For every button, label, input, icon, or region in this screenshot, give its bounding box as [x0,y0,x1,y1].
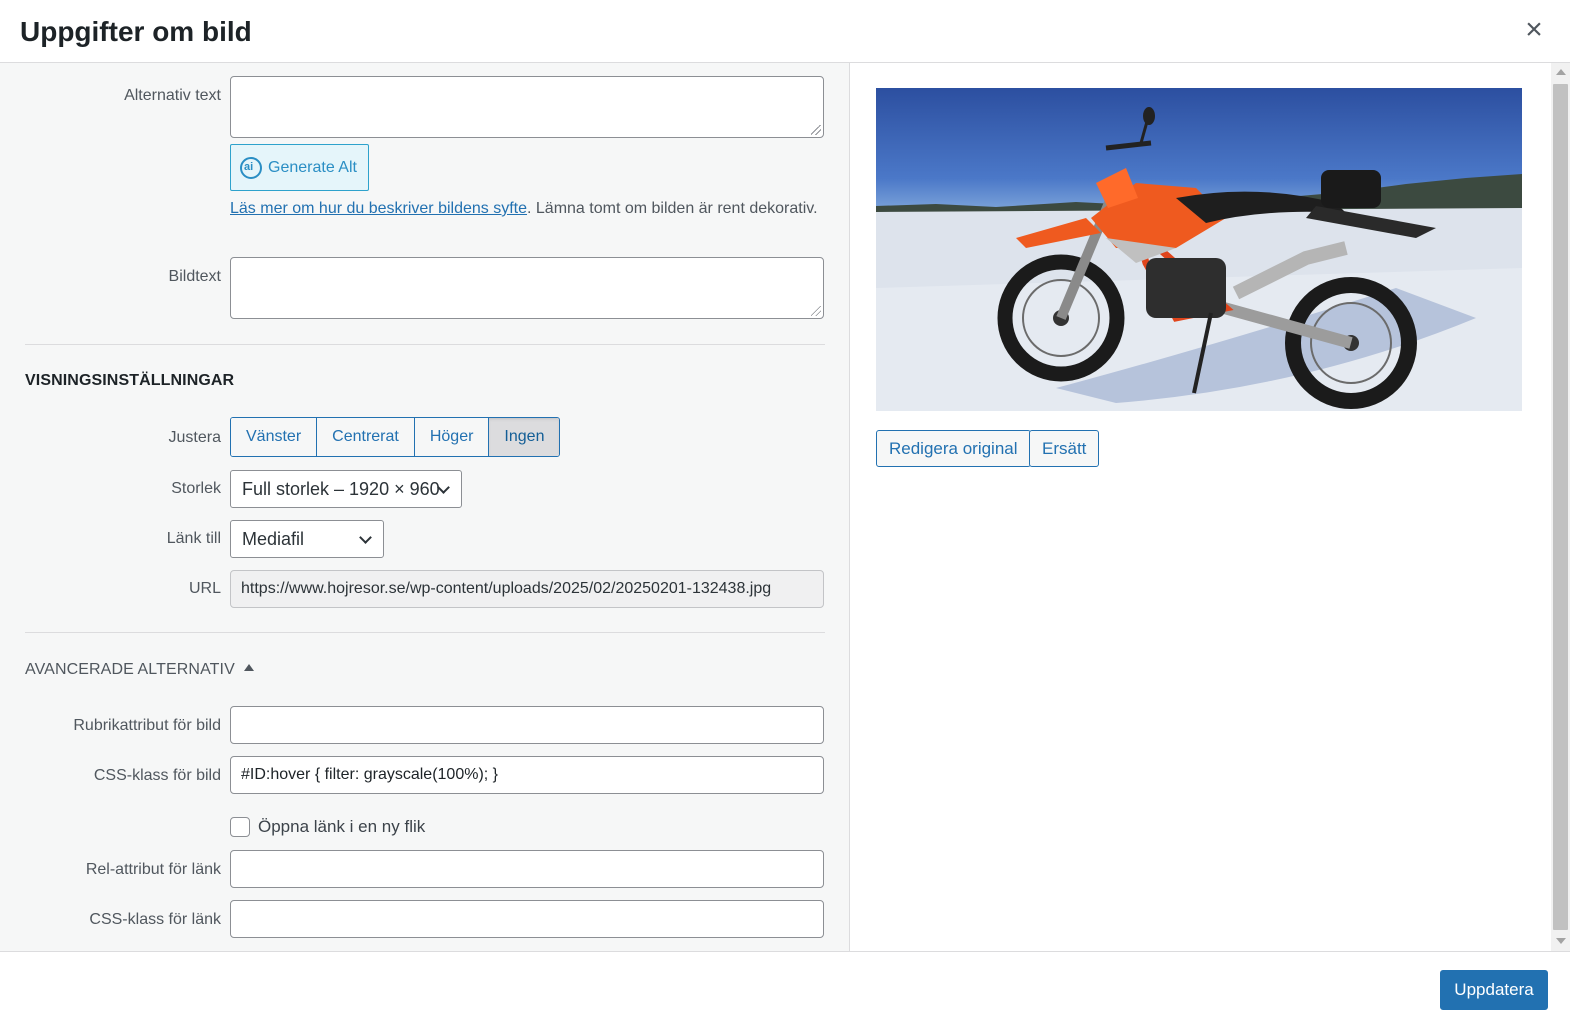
image-preview [876,88,1522,411]
attachment-settings-pane: Alternativ text Generate Alt Läs mer om … [0,63,850,951]
caption-textarea[interactable] [230,257,824,319]
attachment-preview-pane: Redigera original Ersätt [851,63,1570,951]
close-icon[interactable]: × [1520,15,1548,45]
alt-text-label: Alternativ text [124,87,221,104]
alt-text-help: Läs mer om hur du beskriver bildens syft… [230,197,824,221]
generate-alt-button[interactable]: Generate Alt [230,144,369,191]
divider [25,632,825,633]
link-css-input[interactable] [230,900,824,938]
align-center-button[interactable]: Centrerat [317,418,415,456]
replace-button[interactable]: Ersätt [1029,430,1100,467]
size-select[interactable]: Full storlek – 1920 × 960 [230,470,462,508]
link-to-select[interactable]: Mediafil [230,520,384,558]
scrollbar[interactable] [1551,63,1570,951]
update-button[interactable]: Uppdatera [1440,970,1548,1010]
alt-text-help-suffix: . Lämna tomt om bilden är rent dekorativ… [527,200,818,217]
modal-title: Uppgifter om bild [20,16,252,47]
align-right-button[interactable]: Höger [414,418,490,456]
advanced-options-toggle[interactable]: Avancerade alternativ [25,661,254,679]
alt-text-textarea[interactable] [230,76,824,138]
image-title-label: Rubrikattribut för bild [73,717,221,734]
divider [25,344,825,345]
align-button-group: Vänster Centrerat Höger Ingen [230,417,561,457]
resize-grip-icon[interactable] [811,125,821,135]
align-label: Justera [168,429,221,446]
modal-footer: Uppdatera [0,951,1570,1028]
new-tab-label[interactable]: Öppna länk i en ny flik [258,816,425,838]
edit-original-button[interactable]: Redigera original [876,430,1031,467]
image-css-input[interactable]: #ID:hover { filter: grayscale(100%); } [230,756,824,794]
chevron-down-icon [359,531,372,544]
size-label: Storlek [171,480,221,497]
size-select-value: Full storlek – 1920 × 960 [242,479,440,499]
scroll-up-icon[interactable] [1556,69,1566,75]
url-field[interactable]: https://www.hojresor.se/wp-content/uploa… [230,570,824,608]
link-rel-label: Rel-attribut för länk [85,861,221,878]
link-to-select-value: Mediafil [242,529,305,549]
scroll-down-icon[interactable] [1556,938,1566,944]
caption-label: Bildtext [168,268,221,285]
generate-alt-label: Generate Alt [268,158,357,176]
alt-text-help-link[interactable]: Läs mer om hur du beskriver bildens syft… [230,200,527,217]
scroll-thumb[interactable] [1553,84,1568,930]
align-left-button[interactable]: Vänster [231,418,318,456]
ai-icon [240,156,262,179]
link-css-label: CSS-klass för länk [89,911,221,928]
align-none-button[interactable]: Ingen [489,418,560,456]
advanced-options-heading: Avancerade alternativ [25,661,235,678]
arrow-up-icon [243,664,254,671]
motorcycle-photo [876,107,1522,411]
new-tab-checkbox[interactable] [230,817,250,837]
display-settings-heading: Visningsinställningar [25,372,235,389]
url-label: URL [188,580,221,597]
image-css-label: CSS-klass för bild [93,767,221,784]
image-title-input[interactable] [230,706,824,744]
resize-grip-icon[interactable] [811,306,821,316]
link-rel-input[interactable] [230,850,824,888]
link-to-label: Länk till [166,530,221,547]
modal-header: Uppgifter om bild × [0,0,1570,63]
